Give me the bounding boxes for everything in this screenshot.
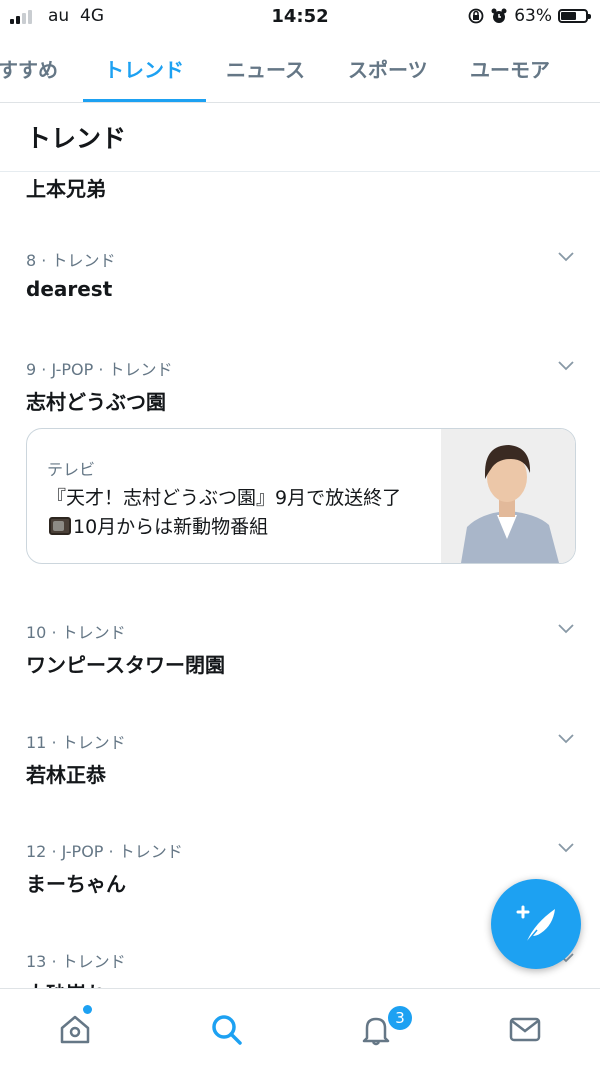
trend-meta: 12 · J-POP · トレンド [26, 842, 183, 861]
compose-tweet-icon [516, 905, 555, 943]
alarm-icon [491, 8, 507, 23]
chevron-down-icon[interactable] [558, 252, 574, 262]
active-tab-indicator [83, 99, 206, 102]
card-thumbnail [441, 429, 575, 563]
trend-name: dearest [26, 277, 113, 301]
trend-name: 上本兄弟 [26, 177, 106, 201]
explore-tabs: すすめ トレンド ニュース スポーツ ユーモア [0, 34, 600, 103]
trend-meta: 9 · J-POP · トレンド [26, 360, 173, 379]
battery-icon [558, 9, 591, 23]
tab-news[interactable]: ニュース [226, 54, 305, 83]
card-headline: 『天才！志村どうぶつ園』9月で放送終了10月からは新動物番組 [47, 487, 402, 538]
tab-humor[interactable]: ユーモア [470, 54, 550, 83]
chevron-down-icon[interactable] [558, 734, 574, 744]
trend-list: 上本兄弟 8 · トレンド dearest 9 · J-POP · トレンド 志… [0, 103, 600, 988]
trend-meta: 13 · トレンド [26, 952, 126, 971]
home-icon[interactable] [57, 1011, 93, 1047]
trend-item[interactable]: 10 · トレンド ワンピースタワー閉園 [0, 592, 600, 703]
card-category: テレビ [47, 460, 96, 479]
trend-item[interactable]: 9 · J-POP · トレンド 志村どうぶつ園 テレビ 『天才！志村どうぶつ園… [0, 329, 600, 593]
television-icon [49, 517, 71, 535]
tab-recommended[interactable]: すすめ [0, 54, 58, 83]
notification-badge: 3 [386, 1004, 414, 1032]
tab-trends[interactable]: トレンド [104, 54, 184, 83]
page-title: トレンド [26, 124, 127, 153]
trend-meta: 10 · トレンド [26, 623, 126, 642]
status-bar: au 4G 14:52 63% [0, 0, 600, 34]
trend-name: ワンピースタワー閉園 [26, 653, 225, 677]
trend-meta: 11 · トレンド [26, 733, 126, 752]
battery-percent: 63% [514, 6, 552, 26]
rotation-lock-icon [468, 8, 484, 24]
bottom-navigation: 3 [0, 988, 600, 1068]
trend-name: 若林正恭 [26, 763, 106, 787]
messages-icon[interactable] [507, 1011, 543, 1047]
trend-item[interactable]: 11 · トレンド 若林正恭 [0, 702, 600, 812]
trend-name: 大砂嵐ね [26, 978, 106, 988]
trend-item[interactable]: 8 · トレンド dearest [0, 220, 600, 330]
compose-button[interactable] [491, 879, 581, 969]
trend-name: まーちゃん [26, 872, 126, 896]
home-unread-dot [83, 1005, 92, 1014]
trend-meta: 8 · トレンド [26, 251, 116, 270]
tab-sports[interactable]: スポーツ [348, 54, 428, 83]
chevron-down-icon[interactable] [558, 624, 574, 634]
chevron-down-icon[interactable] [558, 843, 574, 853]
trend-name: 志村どうぶつ園 [26, 390, 166, 414]
news-card[interactable]: テレビ 『天才！志村どうぶつ園』9月で放送終了10月からは新動物番組 [26, 428, 576, 564]
search-icon[interactable] [208, 1011, 244, 1047]
section-header: トレンド [0, 103, 600, 172]
chevron-down-icon[interactable] [558, 361, 574, 371]
person-photo [441, 429, 575, 563]
